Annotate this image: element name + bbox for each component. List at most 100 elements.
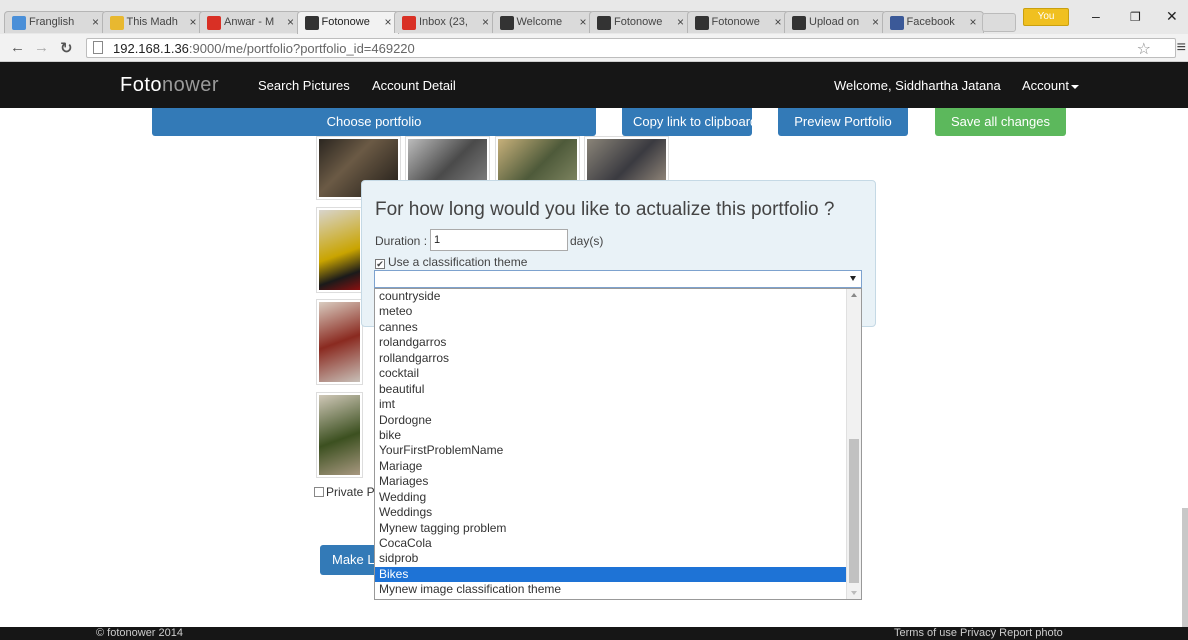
brand-logo[interactable]: Fotonower: [120, 74, 219, 97]
use-theme-row[interactable]: ✔ Use a classification theme: [375, 255, 527, 269]
scroll-up-icon[interactable]: [851, 293, 857, 297]
browser-tab[interactable]: Welcome ×: [491, 11, 594, 33]
tab-close-icon[interactable]: ×: [969, 15, 976, 29]
choose-portfolio-button[interactable]: Choose portfolio: [152, 108, 596, 136]
tab-close-icon[interactable]: ×: [287, 15, 294, 29]
tab-label: Facebook: [906, 16, 955, 28]
tab-label: Fotonowe: [321, 16, 370, 28]
forward-icon[interactable]: →: [34, 39, 49, 56]
tab-close-icon[interactable]: ×: [92, 15, 99, 29]
dropdown-option[interactable]: sidprob: [375, 551, 861, 566]
tab-label: Anwar - M: [224, 16, 275, 28]
dropdown-option[interactable]: bike: [375, 428, 861, 443]
save-all-button[interactable]: Save all changes: [935, 108, 1066, 136]
dropdown-option[interactable]: Mariages: [375, 474, 861, 489]
tab-close-icon[interactable]: ×: [579, 15, 586, 29]
tab-favicon-icon: [109, 16, 124, 30]
dropdown-option[interactable]: Mynew image classification theme: [375, 582, 861, 597]
duration-label: Duration :: [375, 234, 428, 248]
scrollbar-thumb[interactable]: [849, 439, 859, 583]
address-bar-row: ← → ↻ 192.168.1.36:9000/me/portfolio?por…: [0, 34, 1188, 62]
new-tab-button[interactable]: [982, 13, 1016, 32]
use-theme-checkbox[interactable]: ✔: [375, 259, 385, 269]
url-input[interactable]: 192.168.1.36:9000/me/portfolio?portfolio…: [86, 38, 1176, 58]
photo-image: [319, 302, 360, 382]
minimize-icon[interactable]: –: [1092, 8, 1100, 24]
dropdown-option[interactable]: YourFirstProblemName: [375, 443, 861, 458]
maximize-icon[interactable]: ❐: [1130, 10, 1141, 24]
tab-label: Fotonowe: [711, 16, 760, 28]
browser-tab[interactable]: Inbox (23, ×: [394, 11, 496, 33]
dropdown-option[interactable]: rollandgarros: [375, 351, 861, 366]
browser-tab[interactable]: Franglish ×: [4, 11, 106, 33]
tab-close-icon[interactable]: ×: [774, 15, 781, 29]
dropdown-option[interactable]: Mariage: [375, 459, 861, 474]
days-label: day(s): [570, 234, 604, 248]
account-menu[interactable]: Account: [1022, 78, 1079, 93]
photo-thumbnail[interactable]: [316, 299, 363, 385]
close-window-icon[interactable]: ✕: [1166, 8, 1178, 25]
tab-close-icon[interactable]: ×: [189, 15, 196, 29]
site-footer: © fotonower 2014 Terms of use Privacy Re…: [0, 627, 1188, 640]
dropdown-option[interactable]: beautiful: [375, 382, 861, 397]
dropdown-scrollbar[interactable]: [846, 289, 861, 599]
brand-part2: nower: [162, 74, 220, 96]
theme-dropdown-list: countryside meteo cannes rolandgarros rollan…: [374, 288, 862, 600]
select-arrow-icon: [850, 276, 856, 281]
use-theme-label: Use a classification theme: [388, 255, 528, 269]
preview-portfolio-button[interactable]: Preview Portfolio: [778, 108, 908, 136]
tab-close-icon[interactable]: ×: [482, 15, 489, 29]
dropdown-option[interactable]: Mynew tagging problem: [375, 521, 861, 536]
browser-tab[interactable]: Upload on ×: [784, 11, 886, 33]
tab-favicon-icon: [12, 16, 26, 30]
duration-input[interactable]: 1: [430, 229, 568, 251]
dropdown-option[interactable]: countryside: [375, 289, 861, 304]
dropdown-option[interactable]: Wedding: [375, 490, 861, 505]
scroll-down-icon[interactable]: [851, 591, 857, 595]
private-checkbox[interactable]: [314, 487, 324, 497]
browser-menu-icon[interactable]: ≡: [1177, 39, 1186, 57]
browser-tab[interactable]: Fotonowe ×: [589, 11, 691, 33]
browser-tab[interactable]: Anwar - M ×: [199, 11, 301, 33]
photo-thumbnail[interactable]: [316, 207, 363, 293]
page-icon: [93, 41, 103, 54]
url-host: 192.168.1.36: [113, 41, 189, 56]
theme-select[interactable]: [374, 270, 862, 288]
private-checkbox-row[interactable]: Private P: [314, 485, 375, 499]
tab-label: Welcome: [516, 16, 563, 28]
page-scrollbar-thumb[interactable]: [1182, 508, 1188, 628]
bookmark-star-icon[interactable]: ☆: [1137, 39, 1151, 59]
footer-copyright: © fotonower 2014: [96, 627, 183, 639]
browser-tab[interactable]: Fotonowe ×: [296, 11, 399, 34]
dropdown-option[interactable]: cannes: [375, 320, 861, 335]
dropdown-option[interactable]: imt: [375, 397, 861, 412]
profile-button[interactable]: You: [1023, 8, 1069, 26]
browser-tab[interactable]: Facebook ×: [881, 11, 984, 33]
dropdown-option[interactable]: Bikes: [375, 566, 861, 583]
dropdown-option[interactable]: Weddings: [375, 505, 861, 520]
nav-search-pictures[interactable]: Search Pictures: [258, 78, 350, 93]
dropdown-option[interactable]: Dordogne: [375, 413, 861, 428]
copy-link-button[interactable]: Copy link to clipboard: [622, 108, 752, 136]
dropdown-option[interactable]: cocktail: [375, 366, 861, 381]
tab-close-icon[interactable]: ×: [384, 15, 391, 29]
browser-tab[interactable]: This Madh ×: [101, 11, 204, 33]
browser-tab[interactable]: Fotonowe ×: [686, 11, 789, 33]
photo-thumbnail[interactable]: [316, 392, 363, 478]
tab-favicon-icon: [207, 16, 221, 30]
make-link-button[interactable]: Make Li: [320, 545, 380, 575]
nav-account-detail[interactable]: Account Detail: [372, 78, 456, 93]
tab-label: This Madh: [126, 16, 178, 28]
tab-close-icon[interactable]: ×: [677, 15, 684, 29]
dropdown-option[interactable]: meteo: [375, 304, 861, 319]
dropdown-option[interactable]: rolandgarros: [375, 335, 861, 350]
reload-icon[interactable]: ↻: [60, 39, 73, 57]
photo-image: [319, 210, 360, 290]
tab-label: Franglish: [29, 16, 75, 28]
back-icon[interactable]: ←: [10, 39, 25, 56]
tab-close-icon[interactable]: ×: [872, 15, 879, 29]
tab-label: Inbox (23,: [419, 16, 468, 28]
private-label: Private P: [326, 485, 375, 499]
footer-links[interactable]: Terms of use Privacy Report photo: [894, 627, 1063, 640]
dropdown-option[interactable]: CocaCola: [375, 536, 861, 551]
